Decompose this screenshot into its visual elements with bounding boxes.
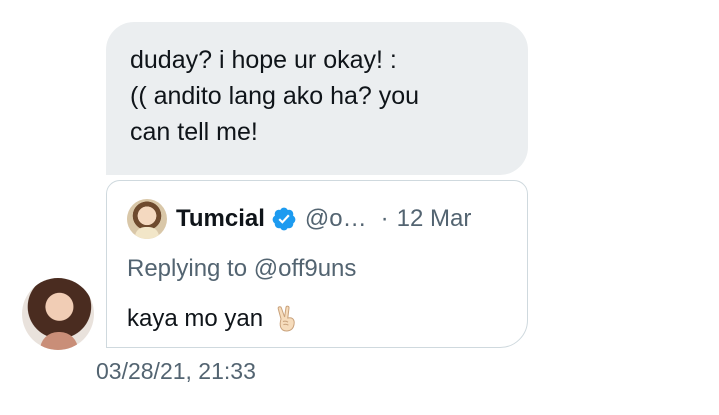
message-text-line: (( andito lang ako ha? you (130, 82, 420, 110)
quoted-tweet-text: kaya mo yan (127, 305, 299, 333)
sender-avatar[interactable] (22, 278, 94, 350)
quoted-tweet-body: kaya mo yan (127, 305, 264, 332)
message-timestamp: 03/28/21, 21:33 (96, 358, 256, 384)
quoted-author-handle[interactable]: @o… (305, 205, 367, 233)
quoted-tweet-card[interactable]: Tumcial @o… · 12 Mar Replying to @off9un… (106, 180, 528, 348)
victory-hand-icon (277, 305, 295, 332)
message-text-line: can tell me! (130, 118, 258, 146)
separator-dot: · (380, 205, 389, 232)
message-bubble[interactable]: duday? i hope ur okay! : (( andito lang … (106, 22, 528, 175)
replying-to-line: Replying to @off9uns (127, 255, 356, 283)
quoted-author-avatar[interactable] (127, 199, 167, 239)
quoted-tweet-date[interactable]: 12 Mar (397, 205, 472, 233)
verified-badge-icon (272, 207, 296, 231)
replying-to-label: Replying to (127, 255, 248, 282)
quoted-tweet-header: Tumcial @o… · 12 Mar (127, 198, 471, 240)
quoted-author-name[interactable]: Tumcial (176, 205, 265, 233)
message-text-line: duday? i hope ur okay! : (130, 46, 397, 74)
replying-to-handle[interactable]: @off9uns (254, 255, 357, 282)
